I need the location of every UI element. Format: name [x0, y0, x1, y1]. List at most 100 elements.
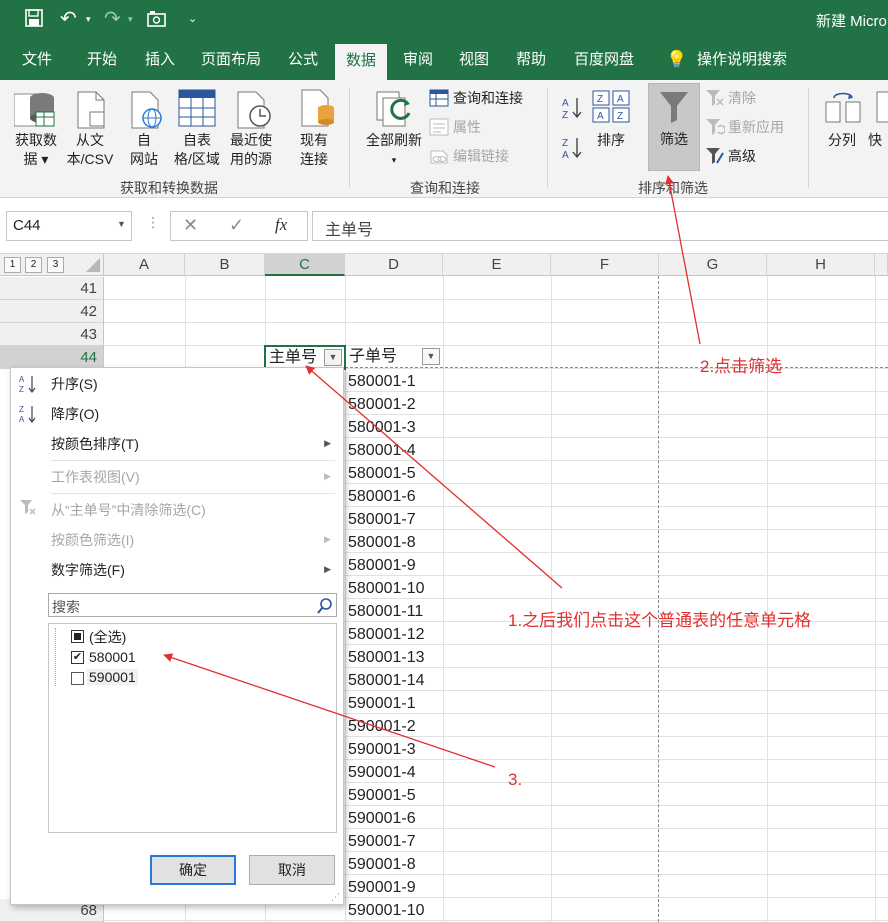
advanced-button[interactable]: 高级 [728, 146, 756, 166]
cancel-button[interactable]: 取消 [249, 855, 335, 885]
outline-level-3[interactable]: 3 [47, 257, 64, 273]
cell-d50[interactable]: 580001-6 [348, 485, 416, 508]
ok-button[interactable]: 确定 [150, 855, 236, 885]
cell-d62[interactable]: 590001-4 [348, 761, 416, 784]
camera-icon[interactable] [146, 8, 168, 33]
tab-page-layout[interactable]: 页面布局 [201, 40, 261, 80]
customize-qat-icon[interactable]: ⌄ [188, 12, 197, 25]
refresh-all-dropdown-icon[interactable]: ▾ [384, 151, 404, 170]
cell-d53[interactable]: 580001-9 [348, 554, 416, 577]
select-all-corner[interactable]: 1 2 3 [0, 254, 104, 276]
from-text-csv-button[interactable]: 从文 本/CSV [62, 131, 118, 169]
refresh-all-button[interactable]: 全部刷新 [358, 131, 430, 150]
cell-d58[interactable]: 580001-14 [348, 669, 425, 692]
cell-d46[interactable]: 580001-2 [348, 393, 416, 416]
menu-sort-ascending[interactable]: 升序(S) [51, 374, 98, 394]
outline-level-1[interactable]: 1 [4, 257, 21, 273]
column-header-g[interactable]: G [659, 254, 767, 276]
value-590001-checkbox[interactable] [71, 672, 84, 685]
tab-baidu-netdisk[interactable]: 百度网盘 [574, 40, 634, 80]
cell-d64[interactable]: 590001-6 [348, 807, 416, 830]
enter-icon[interactable]: ✓ [229, 215, 244, 236]
select-all-checkbox[interactable] [71, 630, 84, 643]
filter-dropdown-icon[interactable]: ▼ [422, 348, 440, 365]
row-header-41[interactable]: 41 [0, 277, 104, 300]
row-header-44[interactable]: 44 [0, 346, 104, 369]
column-header-a[interactable]: A [104, 254, 185, 276]
name-box[interactable]: C44 ▼ [6, 211, 132, 241]
name-box-dropdown-icon[interactable]: ▼ [117, 219, 126, 229]
existing-connections-button[interactable]: 现有 连接 [292, 131, 336, 169]
formula-bar-grip-icon[interactable]: ⋮ [146, 214, 160, 231]
cell-d55[interactable]: 580001-11 [348, 600, 423, 623]
cell-d45[interactable]: 580001-1 [348, 370, 416, 393]
outline-level-2[interactable]: 2 [25, 257, 42, 273]
tab-review[interactable]: 审阅 [403, 40, 433, 80]
from-web-button[interactable]: 自 网站 [122, 131, 166, 169]
select-all-label[interactable]: (全选) [89, 627, 126, 647]
cell-d52[interactable]: 580001-8 [348, 531, 416, 554]
resize-grip-icon[interactable]: ⋰ [331, 892, 340, 903]
filter-button[interactable]: 筛选 [648, 83, 700, 171]
tab-help[interactable]: 帮助 [516, 40, 546, 80]
tab-view[interactable]: 视图 [459, 40, 489, 80]
sort-descending-icon[interactable]: ZA [562, 136, 582, 160]
undo-dropdown-icon[interactable]: ▾ [86, 14, 91, 25]
cell-d54[interactable]: 580001-10 [348, 577, 425, 600]
row-header-42[interactable]: 42 [0, 300, 104, 323]
grid-vertical-line [551, 276, 552, 922]
undo-icon[interactable]: ↶ [60, 6, 77, 31]
search-icon[interactable] [316, 597, 334, 615]
text-to-columns-button[interactable]: 分列 [820, 131, 864, 150]
cell-d56[interactable]: 580001-12 [348, 623, 425, 646]
menu-number-filters[interactable]: 数字筛选(F) [51, 560, 125, 580]
column-header-b[interactable]: B [185, 254, 265, 276]
menu-sort-by-color[interactable]: 按颜色排序(T) [51, 434, 139, 454]
tab-file[interactable]: 文件 [22, 40, 52, 80]
column-header-e[interactable]: E [443, 254, 551, 276]
insert-function-icon[interactable]: fx [275, 215, 287, 235]
cell-d59[interactable]: 590001-1 [348, 692, 416, 715]
cell-d44-wrap[interactable]: 子单号 ▼ [346, 346, 443, 368]
sort-ascending-icon[interactable]: AZ [562, 96, 582, 120]
cell-d65[interactable]: 590001-7 [348, 830, 416, 853]
save-icon[interactable] [24, 8, 44, 33]
tell-me-search[interactable]: 操作说明搜索 [697, 40, 787, 80]
filter-dropdown-active-icon[interactable]: ▼ [324, 349, 342, 366]
row-header-43[interactable]: 43 [0, 323, 104, 346]
value-580001-label[interactable]: 580001 [89, 649, 136, 665]
value-590001-label[interactable]: 590001 [87, 669, 138, 685]
cell-d63[interactable]: 590001-5 [348, 784, 416, 807]
cell-d57[interactable]: 580001-13 [348, 646, 425, 669]
cell-d60[interactable]: 590001-2 [348, 715, 416, 738]
column-header-f[interactable]: F [551, 254, 659, 276]
value-580001-checkbox[interactable]: ✔ [71, 651, 84, 664]
cell-d47[interactable]: 580001-3 [348, 416, 416, 439]
from-table-range-button[interactable]: 自表 格/区域 [168, 131, 226, 169]
tab-formulas[interactable]: 公式 [288, 40, 318, 80]
cell-d61[interactable]: 590001-3 [348, 738, 416, 761]
cell-d48[interactable]: 580001-4 [348, 439, 416, 462]
cell-d49[interactable]: 580001-5 [348, 462, 416, 485]
get-data-button[interactable]: 获取数 据 ▾ [8, 131, 64, 169]
column-header-c[interactable]: C [265, 254, 345, 276]
sort-button[interactable]: 排序 [590, 131, 632, 150]
get-data-icon [14, 93, 55, 127]
formula-input[interactable]: 主单号 [312, 211, 888, 241]
column-header-h[interactable]: H [767, 254, 875, 276]
filter-search-input[interactable]: 搜索 [48, 593, 337, 617]
cell-d67[interactable]: 590001-9 [348, 876, 416, 899]
tab-home[interactable]: 开始 [87, 40, 117, 80]
flash-fill-button[interactable]: 快 [868, 131, 888, 150]
cell-d68[interactable]: 590001-10 [348, 899, 425, 922]
column-header-i[interactable] [875, 254, 888, 276]
tab-insert[interactable]: 插入 [145, 40, 175, 80]
tab-data[interactable]: 数据 [335, 44, 388, 80]
menu-sort-descending[interactable]: 降序(O) [51, 404, 99, 424]
cell-d66[interactable]: 590001-8 [348, 853, 416, 876]
cancel-icon[interactable]: ✕ [183, 215, 198, 236]
recent-sources-button[interactable]: 最近使 用的源 [224, 131, 278, 169]
cell-d51[interactable]: 580001-7 [348, 508, 416, 531]
column-header-d[interactable]: D [345, 254, 443, 276]
queries-connections-button[interactable]: 查询和连接 [453, 88, 523, 108]
